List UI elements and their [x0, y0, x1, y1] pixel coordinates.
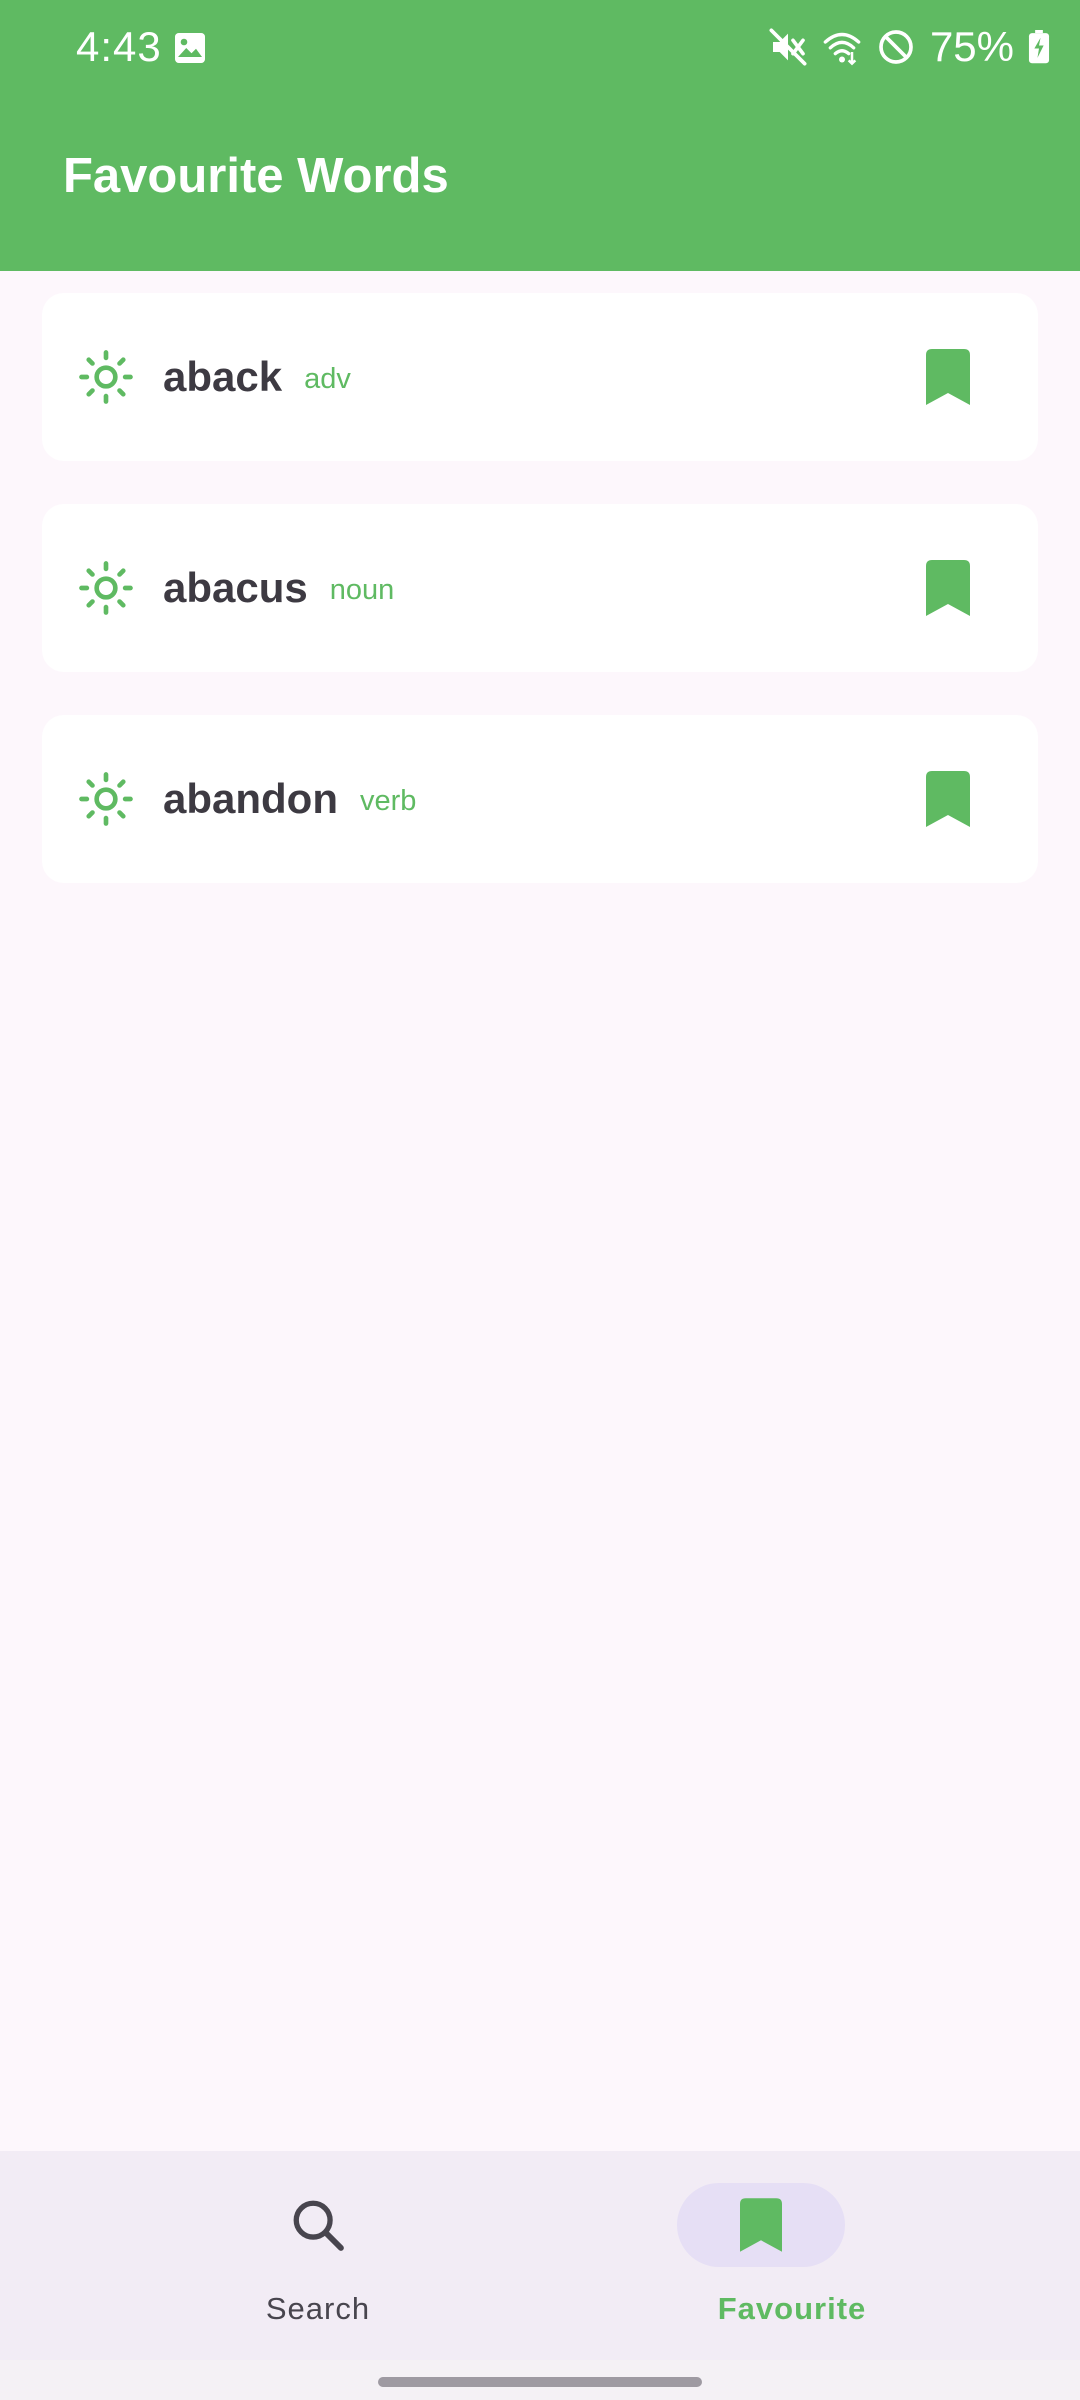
nav-favourite-indicator	[677, 2183, 845, 2267]
bookmark-button[interactable]	[902, 542, 994, 634]
status-right-group: 75%	[768, 22, 1050, 72]
bookmark-button[interactable]	[902, 753, 994, 845]
word-text-group: abandon verb	[163, 715, 416, 883]
app-header: 4:43 75% Favourite Words	[0, 0, 1080, 271]
nav-item-search[interactable]: Search	[0, 2151, 540, 2360]
bookmark-icon	[926, 349, 970, 405]
part-of-speech: adv	[304, 362, 351, 395]
gallery-icon	[175, 33, 205, 63]
status-time: 4:43	[76, 23, 162, 70]
gesture-handle[interactable]	[378, 2377, 702, 2387]
part-of-speech: noun	[329, 573, 395, 606]
bookmark-button[interactable]	[902, 331, 994, 423]
word-text-group: aback adv	[163, 293, 351, 461]
nav-search-indicator	[234, 2183, 402, 2267]
bookmark-icon	[926, 560, 970, 616]
word-term: aback	[163, 353, 283, 400]
page-title: Favourite Words	[63, 149, 449, 203]
nav-item-favourite[interactable]: Favourite	[540, 2151, 1080, 2360]
search-icon	[293, 2200, 344, 2251]
word-term: abacus	[163, 564, 308, 611]
sun-icon	[79, 772, 133, 826]
part-of-speech: verb	[360, 784, 417, 817]
word-card[interactable]: abacus noun	[42, 504, 1038, 672]
battery-percentage: 75%	[929, 23, 1014, 70]
wifi-icon	[823, 32, 861, 66]
mute-icon	[769, 28, 807, 66]
word-term: abandon	[163, 775, 338, 822]
sun-icon	[79, 561, 133, 615]
word-text-group: abacus noun	[163, 504, 394, 672]
status-bar: 4:43 75%	[0, 0, 1080, 96]
bookmark-icon	[926, 771, 970, 827]
battery-charging-icon	[1028, 30, 1050, 64]
nav-favourite-label: Favourite	[717, 2291, 867, 2326]
screen: 4:43 75% Favourite Words aback adv abacu…	[0, 0, 1080, 2400]
word-card[interactable]: abandon verb	[42, 715, 1038, 883]
bottom-navigation: Search Favourite	[0, 2151, 1080, 2360]
word-card[interactable]: aback adv	[42, 293, 1038, 461]
nav-search-label: Search	[265, 2291, 371, 2326]
do-not-disturb-icon	[879, 30, 913, 64]
favourite-word-list: aback adv abacus noun abandon verb	[42, 293, 1038, 926]
sun-icon	[79, 350, 133, 404]
bookmark-icon	[740, 2198, 782, 2252]
